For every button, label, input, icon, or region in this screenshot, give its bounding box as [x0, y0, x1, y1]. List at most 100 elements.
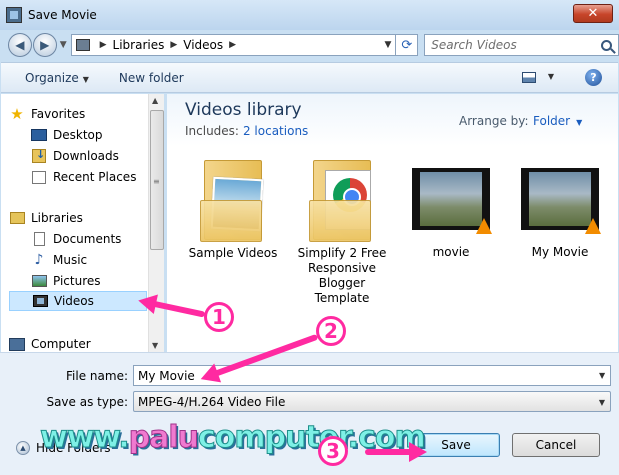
desktop-icon [31, 129, 47, 141]
sidebar-item-favorites[interactable]: ★ Favorites [9, 104, 85, 124]
organize-label: Organize [25, 70, 79, 85]
sidebar-item-label: Videos [54, 294, 94, 308]
search-icon[interactable] [601, 39, 612, 51]
refresh-icon: ⟳ [401, 37, 413, 53]
vlc-icon [585, 218, 601, 234]
change-view-icon[interactable] [522, 72, 536, 83]
save-options-panel: File name: ▼ Save as type: MPEG-4/H.264 … [0, 352, 619, 475]
pictures-icon [31, 275, 47, 287]
folder-icon [196, 156, 270, 242]
address-dropdown-icon[interactable]: ▼ [384, 40, 391, 50]
video-thumbnail [521, 168, 601, 234]
sidebar-item-videos[interactable]: Videos [9, 291, 147, 311]
includes-label: Includes: [185, 124, 239, 138]
sidebar-item-computer[interactable]: Computer [9, 334, 91, 352]
sidebar-item-desktop[interactable]: Desktop [31, 125, 103, 145]
filename-label: File name: [66, 369, 128, 383]
file-item-my-movie[interactable]: My Movie [510, 156, 610, 260]
sidebar-item-downloads[interactable]: Downloads [31, 146, 119, 166]
file-name: Simplify 2 Free Responsive Blogger Templ… [297, 246, 387, 305]
scroll-up-icon[interactable]: ▲ [152, 96, 158, 105]
address-row: ◀ ▶ ▼ ▶ Libraries ▶ Videos ▶ ▼ ⟳ [0, 30, 619, 60]
view-options-chevron-icon[interactable]: ▼ [548, 72, 554, 81]
arrange-by-label: Arrange by: [459, 114, 529, 128]
breadcrumb-chevron-icon[interactable]: ▶ [229, 40, 236, 50]
cancel-button[interactable]: Cancel [512, 433, 600, 457]
star-icon: ★ [10, 105, 24, 123]
scroll-grip-icon: ≡ [153, 177, 160, 186]
sidebar-item-label: Favorites [31, 107, 86, 121]
address-bar[interactable]: ▶ Libraries ▶ Videos ▶ ▼ [70, 34, 397, 56]
documents-icon [33, 232, 45, 246]
refresh-button[interactable]: ⟳ [396, 34, 419, 56]
search-input[interactable] [431, 38, 601, 52]
sidebar-item-music[interactable]: ♪ Music [31, 250, 88, 270]
file-item-sample-videos[interactable]: Sample Videos [183, 156, 283, 261]
chevron-up-icon: ▲ [16, 441, 30, 455]
scroll-down-icon[interactable]: ▼ [152, 341, 158, 350]
sidebar-item-label: Documents [53, 232, 122, 246]
breadcrumb-libraries[interactable]: Libraries [113, 38, 165, 52]
arrange-by-dropdown[interactable]: Folder ▼ [533, 114, 582, 128]
recent-places-icon [32, 170, 46, 184]
sidebar-item-label: Downloads [53, 149, 119, 163]
video-thumbnail [412, 168, 492, 234]
annotation-badge-3: 3 [318, 436, 348, 466]
sidebar-item-label: Music [53, 253, 88, 267]
file-view: Videos library Includes: 2 locations Arra… [167, 94, 618, 352]
arrange-by-value: Folder [533, 114, 571, 128]
sidebar-item-documents[interactable]: Documents [31, 229, 121, 249]
sidebar-item-pictures[interactable]: Pictures [31, 271, 101, 291]
chevron-down-icon: ▼ [576, 118, 583, 127]
recent-pages-chevron-icon[interactable]: ▼ [60, 40, 67, 50]
sidebar-item-label: Desktop [53, 128, 103, 142]
help-icon[interactable]: ? [585, 69, 602, 86]
breadcrumb-chevron-icon[interactable]: ▶ [170, 40, 177, 50]
save-type-select[interactable]: MPEG-4/H.264 Video File ▼ [133, 391, 611, 412]
new-folder-button[interactable]: New folder [119, 71, 184, 85]
breadcrumb-videos[interactable]: Videos [183, 38, 223, 52]
save-type-value: MPEG-4/H.264 Video File [138, 394, 286, 409]
navigation-pane: ★ Favorites Desktop Downloads Recent Pla… [1, 94, 164, 352]
close-button[interactable]: ✕ [573, 4, 613, 23]
annotation-badge-1: 1 [204, 302, 234, 332]
watermark-part: palu [128, 420, 199, 456]
computer-icon [9, 337, 25, 351]
chevron-down-icon: ▼ [598, 398, 605, 407]
save-type-label: Save as type: [46, 395, 128, 409]
forward-button[interactable]: ▶ [32, 33, 57, 57]
film-icon [6, 7, 22, 23]
sidebar-item-label: Computer [31, 337, 91, 351]
sidebar-item-label: Pictures [53, 274, 101, 288]
locations-link[interactable]: 2 locations [243, 124, 308, 138]
library-title: Videos library [185, 100, 302, 120]
folder-icon [305, 156, 379, 242]
sidebar-item-libraries[interactable]: Libraries [9, 208, 83, 228]
videos-icon [32, 295, 48, 307]
file-name: My Movie [531, 245, 589, 259]
film-icon [75, 39, 90, 51]
breadcrumb-chevron-icon[interactable]: ▶ [100, 40, 107, 50]
organize-button[interactable]: Organize ▼ [25, 71, 89, 85]
library-header: Videos library Includes: 2 locations Arra… [167, 94, 618, 146]
annotation-arrow-3 [365, 449, 415, 455]
sidebar-item-label: Recent Places [53, 170, 137, 184]
music-icon: ♪ [34, 252, 44, 268]
arrow-left-icon: ◀ [15, 38, 25, 52]
search-box[interactable] [424, 34, 619, 56]
file-item-movie[interactable]: movie [401, 156, 501, 260]
vlc-icon [476, 218, 492, 234]
downloads-icon [32, 148, 46, 163]
back-button[interactable]: ◀ [8, 33, 32, 57]
library-includes: Includes: 2 locations [185, 124, 308, 138]
navigation-tree: ★ Favorites Desktop Downloads Recent Pla… [1, 94, 147, 352]
watermark-part: www. [40, 420, 131, 456]
chevron-down-icon: ▼ [82, 74, 89, 84]
libraries-icon [9, 212, 25, 224]
file-item-blogger-template[interactable]: Simplify 2 Free Responsive Blogger Templ… [292, 156, 392, 306]
file-name: Sample Videos [188, 246, 278, 260]
sidebar-item-recent-places[interactable]: Recent Places [31, 167, 136, 187]
sidebar-item-label: Libraries [31, 211, 83, 225]
title-bar: Save Movie ✕ [0, 0, 619, 30]
file-name: movie [432, 245, 470, 259]
